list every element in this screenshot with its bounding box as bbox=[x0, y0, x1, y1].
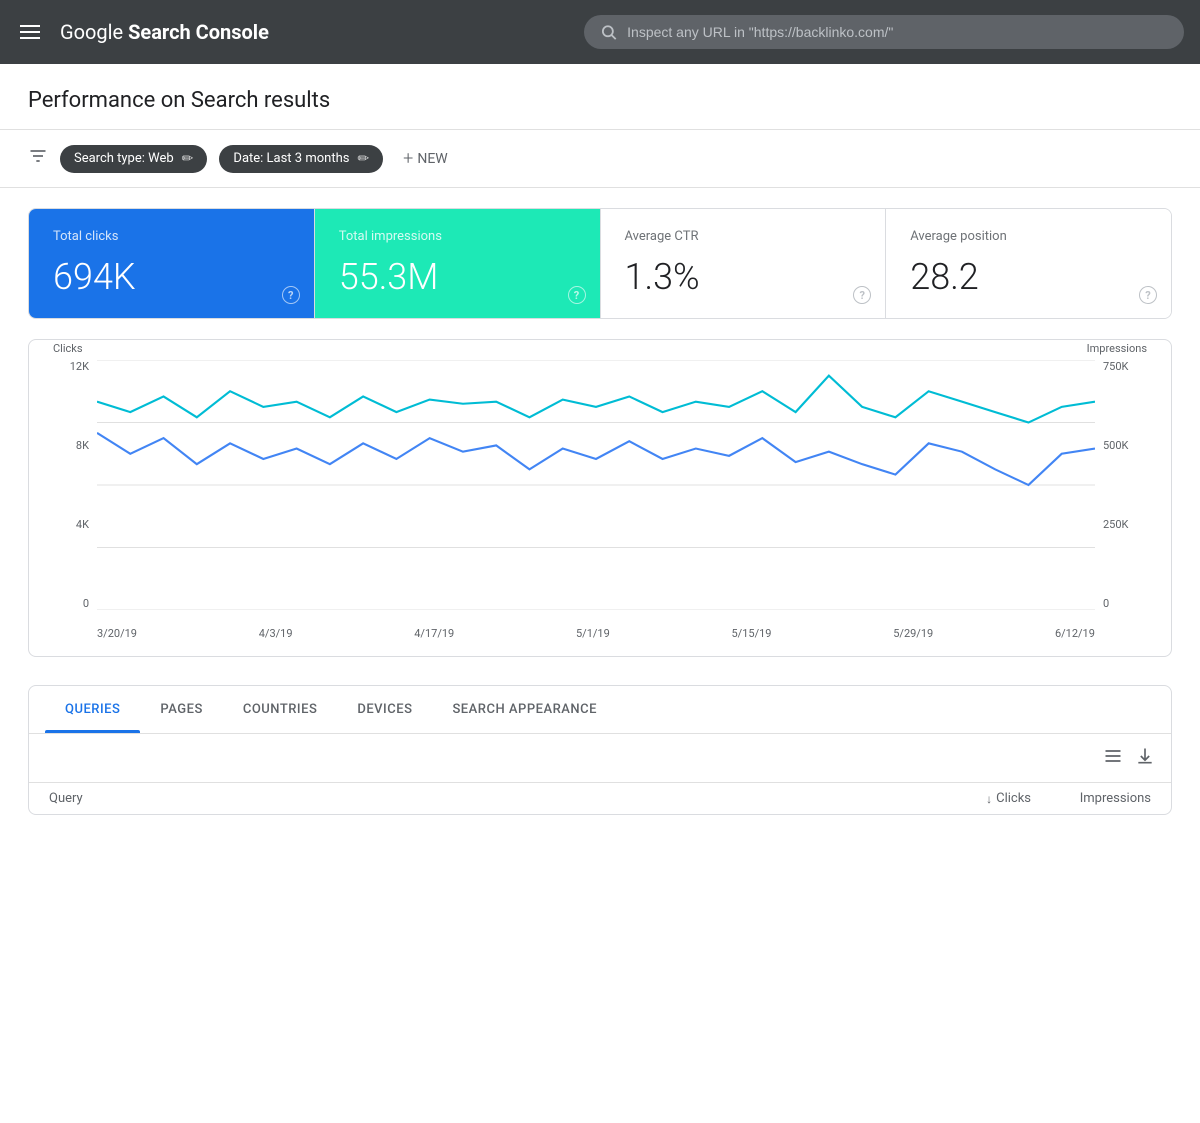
avg-ctr-value: 1.3% bbox=[625, 256, 862, 298]
tabs-container: QUERIES PAGES COUNTRIES DEVICES SEARCH A… bbox=[28, 685, 1172, 815]
table-header: Query ↓ Clicks Impressions bbox=[29, 783, 1171, 814]
y-right-tick-0: 0 bbox=[1103, 597, 1147, 610]
total-clicks-help-icon[interactable]: ? bbox=[282, 286, 300, 304]
query-column-header: Query bbox=[49, 791, 911, 806]
x-label-7: 6/12/19 bbox=[1055, 627, 1095, 640]
logo-text-bold: Search Console bbox=[128, 20, 269, 44]
total-clicks-value: 694K bbox=[53, 256, 290, 298]
tab-pages[interactable]: PAGES bbox=[140, 686, 222, 733]
avg-ctr-card[interactable]: Average CTR 1.3% ? bbox=[601, 209, 887, 318]
y-left-tick-0: 0 bbox=[53, 597, 89, 610]
y-right-tick-750k: 750K bbox=[1103, 360, 1147, 373]
metrics-section: Total clicks 694K ? Total impressions 55… bbox=[0, 188, 1200, 319]
chart-y-left-axis: 12K 8K 4K 0 bbox=[53, 360, 89, 610]
logo-text-regular: Google bbox=[60, 20, 128, 44]
x-label-4: 5/1/19 bbox=[576, 627, 610, 640]
tabs-toolbar bbox=[29, 734, 1171, 783]
date-edit-icon: ✏ bbox=[357, 151, 369, 167]
clicks-axis-label: Clicks bbox=[53, 342, 83, 355]
chart-area: 12K 8K 4K 0 750K 500K 250K 0 Clicks Impr… bbox=[53, 360, 1147, 640]
chart-x-labels: 3/20/19 4/3/19 4/17/19 5/1/19 5/15/19 5/… bbox=[97, 627, 1095, 640]
y-right-tick-250k: 250K bbox=[1103, 518, 1147, 531]
tab-countries[interactable]: COUNTRIES bbox=[223, 686, 338, 733]
total-clicks-label: Total clicks bbox=[53, 229, 290, 244]
filter-icon bbox=[28, 146, 48, 171]
avg-position-value: 28.2 bbox=[910, 256, 1147, 298]
impressions-line bbox=[97, 376, 1095, 423]
impressions-axis-label: Impressions bbox=[1087, 342, 1147, 355]
clicks-label: Clicks bbox=[996, 791, 1031, 806]
y-left-tick-8k: 8K bbox=[53, 439, 89, 452]
clicks-line bbox=[97, 433, 1095, 485]
url-search-input[interactable] bbox=[627, 24, 1168, 40]
avg-position-label: Average position bbox=[910, 229, 1147, 244]
tab-queries[interactable]: QUERIES bbox=[45, 686, 140, 733]
menu-button[interactable] bbox=[16, 21, 44, 43]
date-label: Date: Last 3 months bbox=[233, 151, 349, 166]
x-label-1: 3/20/19 bbox=[97, 627, 137, 640]
chart-section: 12K 8K 4K 0 750K 500K 250K 0 Clicks Impr… bbox=[0, 319, 1200, 665]
y-right-tick-500k: 500K bbox=[1103, 439, 1147, 452]
total-impressions-label: Total impressions bbox=[339, 229, 576, 244]
total-clicks-card[interactable]: Total clicks 694K ? bbox=[29, 209, 315, 318]
tab-search-appearance[interactable]: SEARCH APPEARANCE bbox=[432, 686, 617, 733]
tab-devices[interactable]: DEVICES bbox=[337, 686, 432, 733]
tabs-section: QUERIES PAGES COUNTRIES DEVICES SEARCH A… bbox=[0, 665, 1200, 835]
tabs-nav: QUERIES PAGES COUNTRIES DEVICES SEARCH A… bbox=[29, 686, 1171, 734]
new-button-label: NEW bbox=[417, 151, 447, 167]
x-label-2: 4/3/19 bbox=[259, 627, 293, 640]
chart-y-right-axis: 750K 500K 250K 0 bbox=[1103, 360, 1147, 610]
columns-icon[interactable] bbox=[1103, 746, 1123, 770]
avg-position-help-icon[interactable]: ? bbox=[1139, 286, 1157, 304]
search-type-chip[interactable]: Search type: Web ✏ bbox=[60, 145, 207, 173]
date-chip[interactable]: Date: Last 3 months ✏ bbox=[219, 145, 383, 173]
new-filter-button[interactable]: + NEW bbox=[395, 144, 456, 173]
impressions-column-header: Impressions bbox=[1031, 791, 1151, 806]
total-impressions-value: 55.3M bbox=[339, 256, 576, 298]
clicks-column-header[interactable]: ↓ Clicks bbox=[911, 791, 1031, 806]
search-type-edit-icon: ✏ bbox=[182, 151, 194, 167]
sort-arrow-icon: ↓ bbox=[986, 792, 992, 806]
main-content: Performance on Search results Search typ… bbox=[0, 64, 1200, 1123]
y-left-tick-12k: 12K bbox=[53, 360, 89, 373]
app-header: Google Search Console bbox=[0, 0, 1200, 64]
chart-svg-wrapper bbox=[97, 360, 1095, 610]
page-header: Performance on Search results bbox=[0, 64, 1200, 130]
metrics-cards: Total clicks 694K ? Total impressions 55… bbox=[28, 208, 1172, 319]
avg-ctr-label: Average CTR bbox=[625, 229, 862, 244]
search-icon bbox=[600, 23, 617, 41]
search-type-label: Search type: Web bbox=[74, 151, 174, 166]
url-search-bar[interactable] bbox=[584, 15, 1184, 49]
x-label-5: 5/15/19 bbox=[732, 627, 772, 640]
app-logo: Google Search Console bbox=[60, 20, 269, 44]
chart-svg bbox=[97, 360, 1095, 610]
total-impressions-card[interactable]: Total impressions 55.3M ? bbox=[315, 209, 601, 318]
x-label-6: 5/29/19 bbox=[893, 627, 933, 640]
total-impressions-help-icon[interactable]: ? bbox=[568, 286, 586, 304]
plus-icon: + bbox=[403, 148, 413, 169]
avg-ctr-help-icon[interactable]: ? bbox=[853, 286, 871, 304]
filters-bar: Search type: Web ✏ Date: Last 3 months ✏… bbox=[0, 130, 1200, 188]
download-icon[interactable] bbox=[1135, 746, 1155, 770]
chart-container: 12K 8K 4K 0 750K 500K 250K 0 Clicks Impr… bbox=[28, 339, 1172, 657]
y-left-tick-4k: 4K bbox=[53, 518, 89, 531]
avg-position-card[interactable]: Average position 28.2 ? bbox=[886, 209, 1171, 318]
page-title: Performance on Search results bbox=[28, 88, 1172, 113]
x-label-3: 4/17/19 bbox=[414, 627, 454, 640]
